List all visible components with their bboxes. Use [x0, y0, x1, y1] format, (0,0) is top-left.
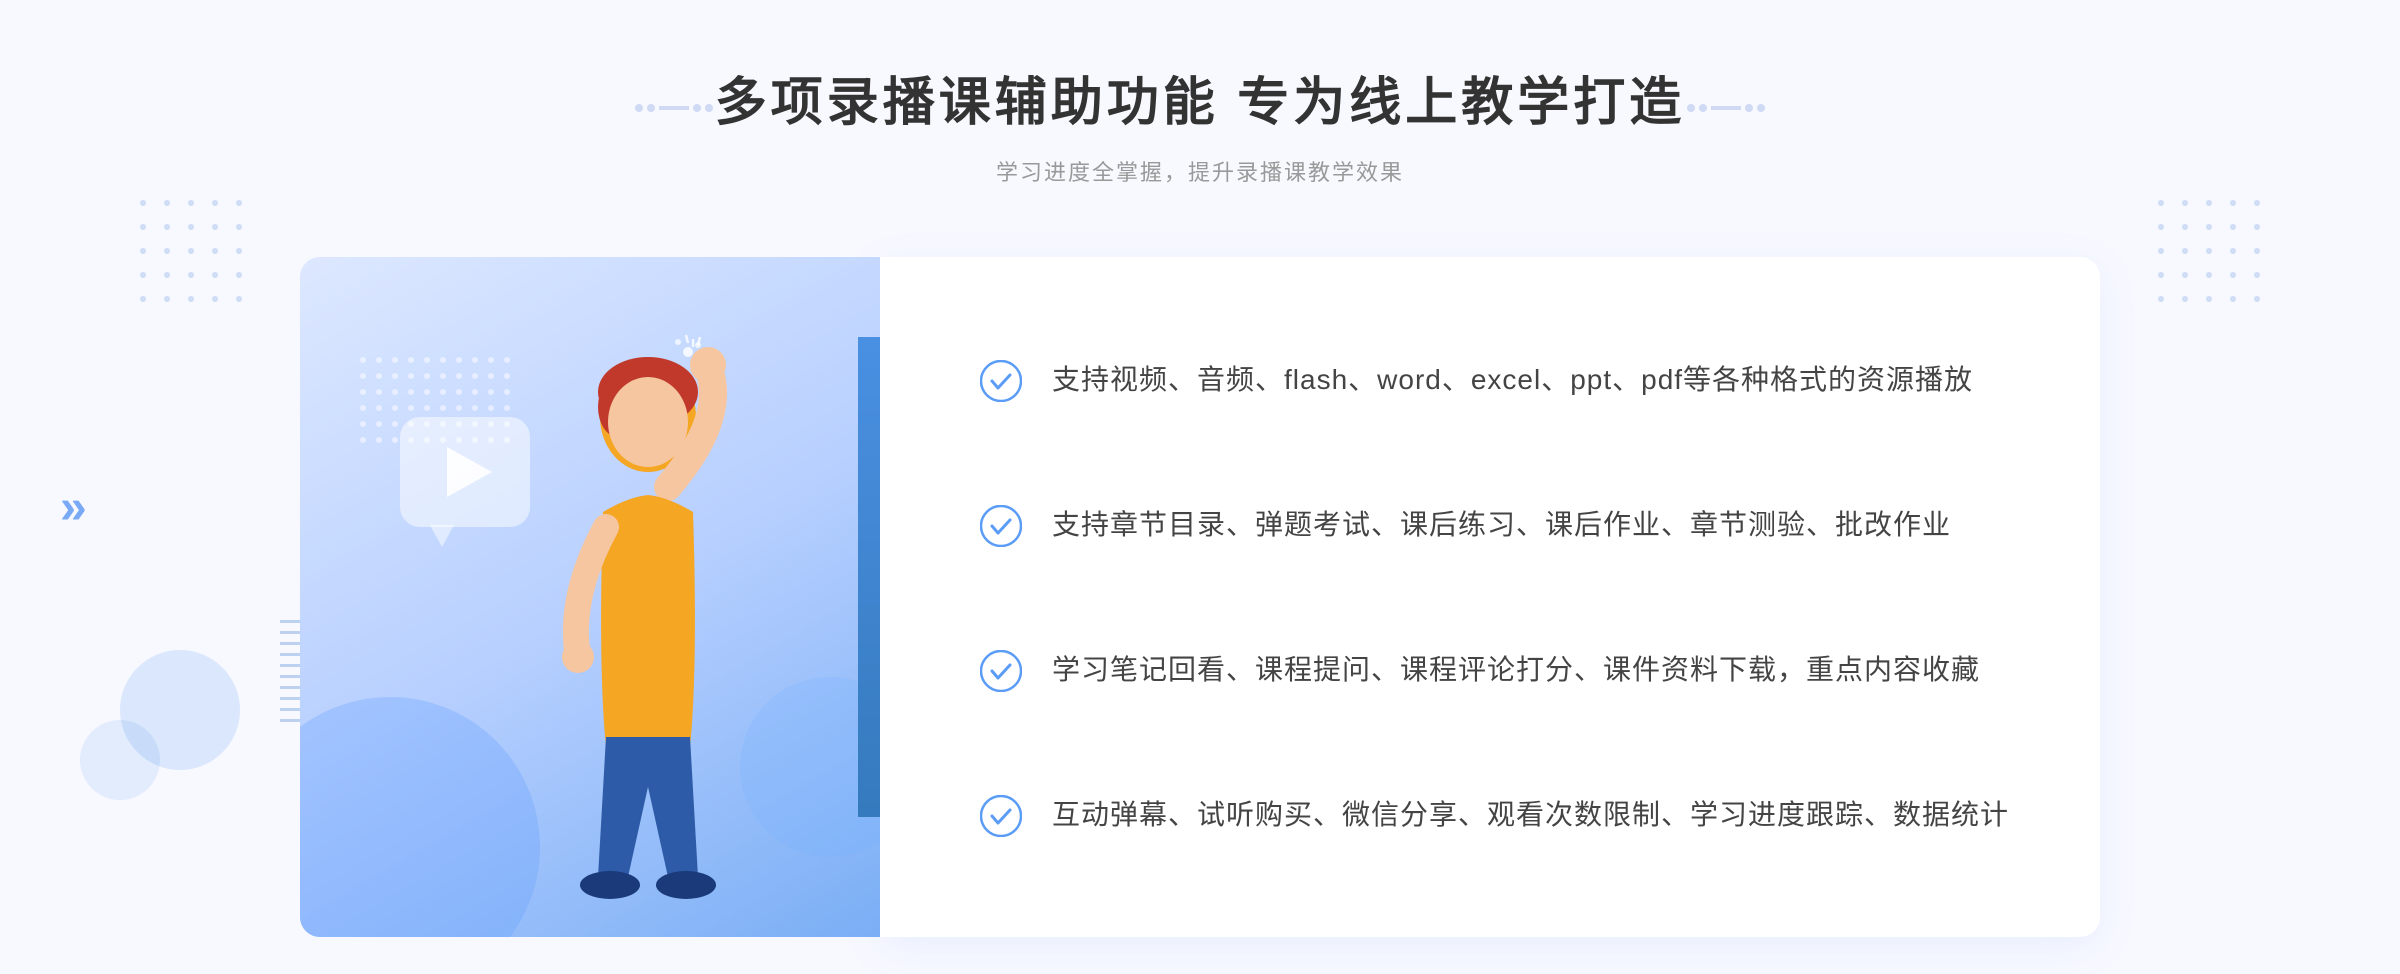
bg-dot-grid-right — [2158, 200, 2260, 302]
title-deco-left — [635, 104, 713, 112]
subtitle: 学习进度全掌握，提升录播课教学效果 — [715, 155, 1685, 187]
feature-text-3: 学习笔记回看、课程提问、课程评论打分、课件资料下载，重点内容收藏 — [1052, 646, 1980, 694]
feature-item-1: 支持视频、音频、flash、word、excel、ppt、pdf等各种格式的资源… — [980, 336, 2020, 424]
person-illustration — [438, 317, 818, 937]
feature-text-1: 支持视频、音频、flash、word、excel、ppt、pdf等各种格式的资源… — [1052, 356, 1973, 404]
title-deco-right — [1687, 104, 1765, 112]
left-panel-inner — [300, 257, 880, 937]
blue-vertical-bar — [858, 337, 880, 817]
page-container: » 多项录播课辅助功能 专为线上教学打造 — [0, 0, 2400, 974]
feature-text-4: 互动弹幕、试听购买、微信分享、观看次数限制、学习进度跟踪、数据统计 — [1052, 791, 2009, 839]
feature-item-3: 学习笔记回看、课程提问、课程评论打分、课件资料下载，重点内容收藏 — [980, 626, 2020, 714]
arrow-decoration-left: » — [60, 480, 83, 535]
feature-item-4: 互动弹幕、试听购买、微信分享、观看次数限制、学习进度跟踪、数据统计 — [980, 771, 2020, 859]
check-icon-3 — [980, 650, 1022, 692]
check-icon-2 — [980, 505, 1022, 547]
check-icon-1 — [980, 360, 1022, 402]
header-section: 多项录播课辅助功能 专为线上教学打造 学习进度全掌握，提升录播课教学效果 — [715, 60, 1685, 187]
feature-text-2: 支持章节目录、弹题考试、课后练习、课后作业、章节测验、批改作业 — [1052, 501, 1951, 549]
main-title: 多项录播课辅助功能 专为线上教学打造 — [715, 60, 1685, 135]
bg-dot-grid-left — [140, 200, 242, 302]
left-illustration-panel — [300, 257, 880, 937]
deco-circle-2 — [80, 720, 160, 800]
content-area: 支持视频、音频、flash、word、excel、ppt、pdf等各种格式的资源… — [300, 257, 2100, 937]
right-features-panel: 支持视频、音频、flash、word、excel、ppt、pdf等各种格式的资源… — [880, 257, 2100, 937]
check-icon-4 — [980, 795, 1022, 837]
feature-item-2: 支持章节目录、弹题考试、课后练习、课后作业、章节测验、批改作业 — [980, 481, 2020, 569]
